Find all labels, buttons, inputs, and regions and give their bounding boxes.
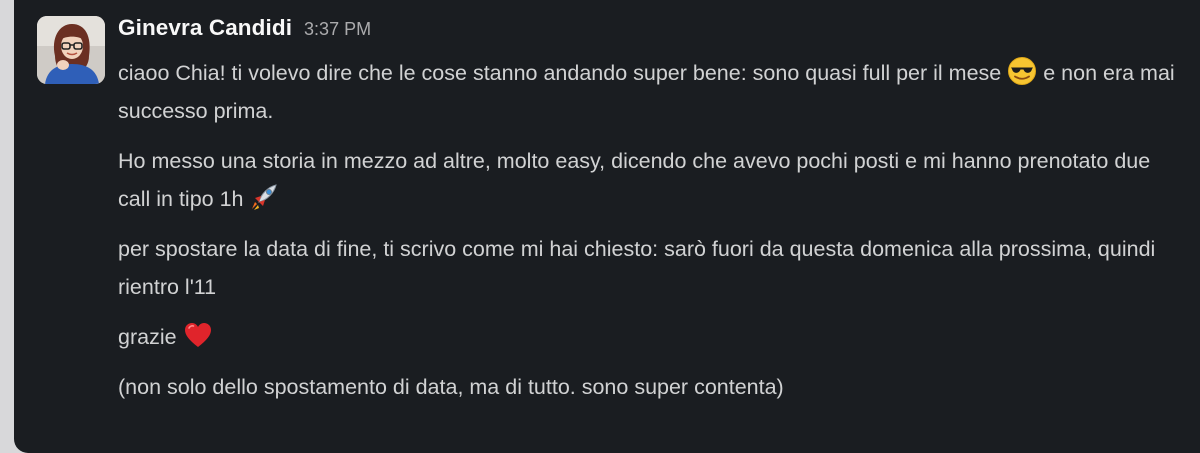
sunglasses-emoji-icon <box>1007 56 1037 86</box>
message-paragraph: per spostare la data di fine, ti scrivo … <box>118 230 1188 306</box>
avatar[interactable] <box>37 16 105 84</box>
message-pane: Ginevra Candidi 3:37 PM ciaoo Chia! ti v… <box>14 0 1200 453</box>
rocket-emoji-icon <box>249 182 279 212</box>
sender-name[interactable]: Ginevra Candidi <box>118 15 292 41</box>
timestamp[interactable]: 3:37 PM <box>304 19 371 40</box>
paragraph-text: (non solo dello spostamento di data, ma … <box>118 375 784 399</box>
paragraph-text: grazie <box>118 325 177 349</box>
paragraph-text: per spostare la data di fine, ti scrivo … <box>118 237 1156 299</box>
message-paragraph: ciaoo Chia! ti volevo dire che le cose s… <box>118 54 1188 130</box>
user-avatar-icon <box>37 16 105 84</box>
message-paragraph: (non solo dello spostamento di data, ma … <box>118 368 1188 406</box>
red-heart-emoji-icon <box>183 320 213 350</box>
message-header: Ginevra Candidi 3:37 PM <box>118 15 371 49</box>
message-paragraph: grazie <box>118 318 1188 356</box>
message-body: ciaoo Chia! ti volevo dire che le cose s… <box>118 54 1188 418</box>
paragraph-text: ciaoo Chia! ti volevo dire che le cose s… <box>118 61 1002 85</box>
message-paragraph: Ho messo una storia in mezzo ad altre, m… <box>118 142 1188 218</box>
chat-message[interactable]: Ginevra Candidi 3:37 PM ciaoo Chia! ti v… <box>14 0 1200 453</box>
